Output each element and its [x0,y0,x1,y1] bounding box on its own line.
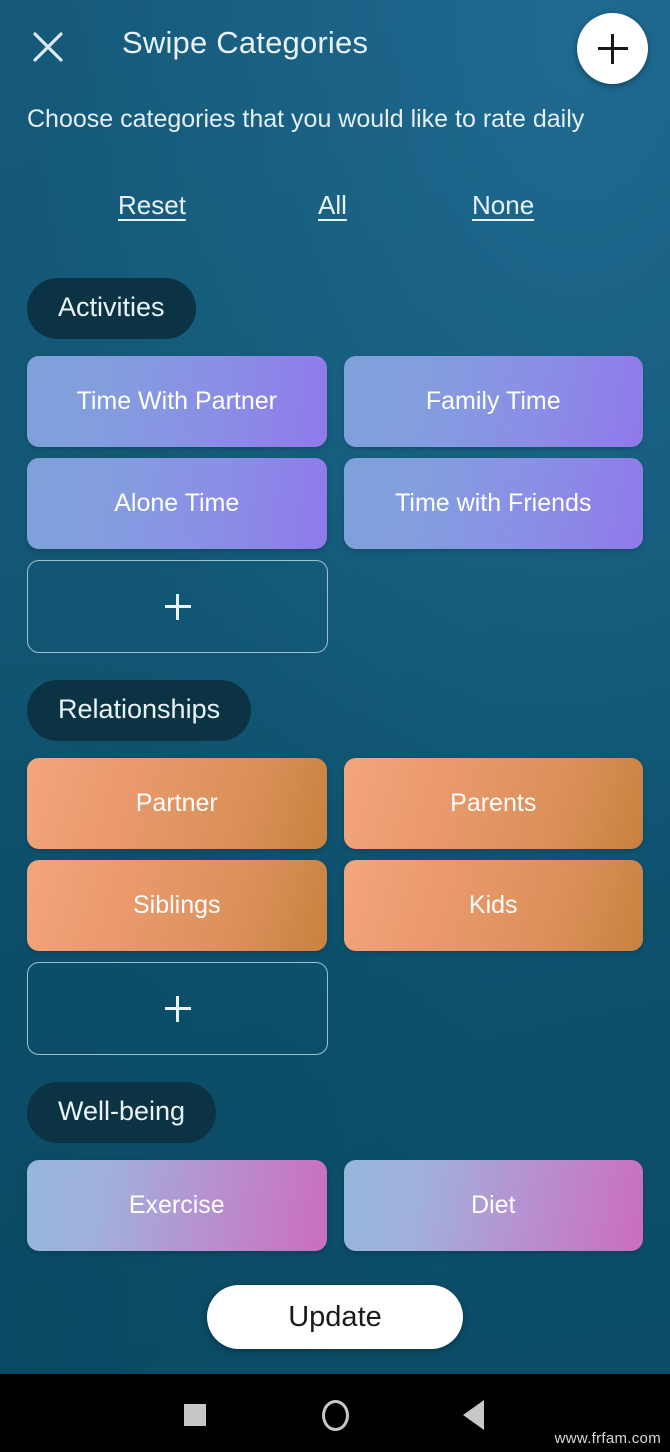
category-chip[interactable]: Siblings [27,860,327,951]
section-relationships: Relationships Partner Parents Siblings K… [0,680,670,1066]
section-title-relationships: Relationships [27,680,252,741]
category-chip[interactable]: Parents [343,758,643,849]
category-chip[interactable]: Alone Time [27,458,327,549]
square-recents-icon[interactable] [172,1396,218,1434]
chip-row: Partner Parents [0,758,670,849]
chip-grid-relationships: Partner Parents Siblings Kids [0,758,670,1055]
chip-row: Time With Partner Family Time [0,356,670,447]
home-circle [321,1399,349,1431]
app-header: Swipe Categories [0,0,670,96]
chip-row [0,560,670,653]
category-chip[interactable]: Exercise [27,1160,327,1251]
section-activities: Activities Time With Partner Family Time… [0,278,670,664]
chip-row: Siblings Kids [0,860,670,951]
section-title-activities: Activities [27,278,196,339]
quick-actions-row: Reset All None [27,190,643,230]
none-link[interactable]: None [472,190,534,221]
grid-spacer [345,560,643,653]
chip-row: Alone Time Time with Friends [0,458,670,549]
recents-square [184,1404,206,1426]
add-relationship-chip-button[interactable] [27,962,328,1055]
category-chip[interactable]: Time with Friends [343,458,643,549]
chip-grid-activities: Time With Partner Family Time Alone Time… [0,356,670,653]
plus-icon [597,33,628,64]
update-button[interactable]: Update [207,1285,463,1349]
section-title-wellbeing: Well-being [27,1082,217,1143]
category-chip[interactable]: Family Time [343,356,643,447]
page-title: Swipe Categories [122,25,369,60]
category-chip[interactable]: Diet [343,1160,643,1251]
chip-grid-wellbeing: Exercise Diet [0,1160,670,1251]
chip-row [0,962,670,1055]
circle-home-icon[interactable] [312,1396,358,1434]
screen: Swipe Categories Choose categories that … [0,0,670,1452]
triangle-back-icon[interactable] [450,1396,496,1434]
app-surface: Swipe Categories Choose categories that … [0,0,670,1374]
watermark: www.frfam.com [554,1430,661,1447]
update-button-container: Update [0,1285,670,1349]
category-chip[interactable]: Kids [343,860,643,951]
category-chip[interactable]: Partner [27,758,327,849]
close-icon[interactable] [24,22,72,72]
plus-icon [164,593,191,620]
add-category-button[interactable] [577,13,648,84]
section-wellbeing: Well-being Exercise Diet [0,1082,670,1262]
category-chip[interactable]: Time With Partner [27,356,327,447]
add-activity-chip-button[interactable] [27,560,328,653]
page-subtitle: Choose categories that you would like to… [27,105,585,133]
back-triangle [462,1400,484,1430]
all-link[interactable]: All [318,190,347,221]
chip-row: Exercise Diet [0,1160,670,1251]
grid-spacer [345,962,643,1055]
reset-link[interactable]: Reset [118,190,186,221]
plus-icon [164,995,191,1022]
android-navigation-bar: www.frfam.com [0,1374,670,1452]
